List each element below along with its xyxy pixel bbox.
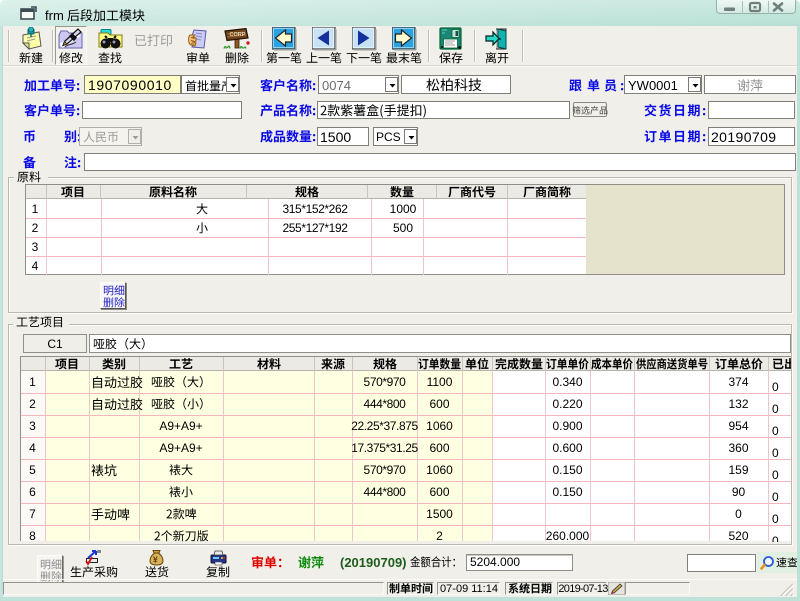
svg-text:CORP: CORP [230, 32, 246, 38]
